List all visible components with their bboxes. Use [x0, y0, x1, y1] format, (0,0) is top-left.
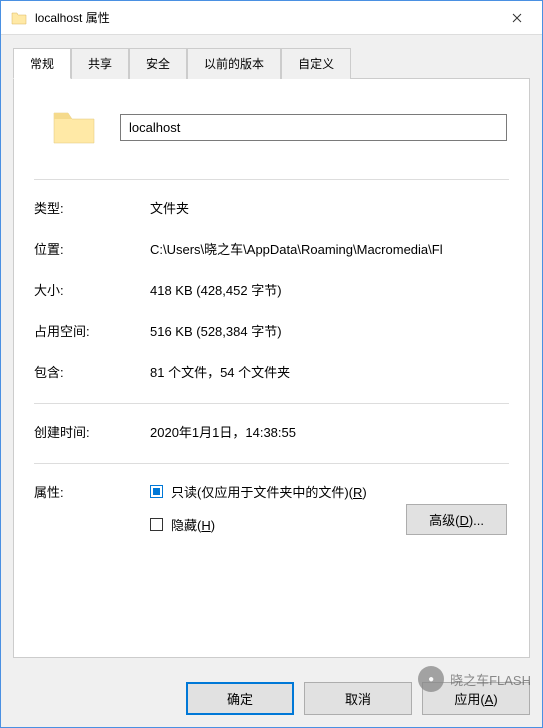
tab-container: 常规 共享 安全 以前的版本 自定义 类型: 文件夹 [13, 47, 530, 658]
size-value: 418 KB (428,452 字节) [150, 280, 509, 299]
close-icon [512, 13, 522, 23]
ok-button[interactable]: 确定 [186, 682, 294, 715]
contains-value: 81 个文件，54 个文件夹 [150, 362, 509, 381]
attributes-label: 属性: [34, 482, 150, 501]
readonly-row: 只读(仅应用于文件夹中的文件)(R) [150, 482, 406, 501]
tab-general[interactable]: 常规 [13, 48, 71, 79]
close-button[interactable] [492, 2, 542, 34]
contains-label: 包含: [34, 362, 150, 381]
tab-sharing[interactable]: 共享 [71, 48, 129, 79]
tab-customize[interactable]: 自定义 [281, 48, 351, 79]
readonly-checkbox[interactable] [150, 485, 163, 498]
size-label: 大小: [34, 280, 150, 299]
row-location: 位置: C:\Users\晓之车\AppData\Roaming\Macrome… [34, 239, 509, 258]
created-label: 创建时间: [34, 422, 150, 441]
size-on-disk-value: 516 KB (528,384 字节) [150, 321, 509, 340]
row-size-on-disk: 占用空间: 516 KB (528,384 字节) [34, 321, 509, 340]
tab-security[interactable]: 安全 [129, 48, 187, 79]
location-value: C:\Users\晓之车\AppData\Roaming\Macromedia\… [150, 239, 509, 258]
row-type: 类型: 文件夹 [34, 198, 509, 217]
tab-strip: 常规 共享 安全 以前的版本 自定义 [13, 47, 530, 78]
properties-dialog: localhost 属性 常规 共享 安全 以前的版本 自定义 [0, 0, 543, 728]
hidden-label[interactable]: 隐藏(H) [171, 515, 215, 534]
size-on-disk-label: 占用空间: [34, 321, 150, 340]
apply-button[interactable]: 应用(A) [422, 682, 530, 715]
location-label: 位置: [34, 239, 150, 258]
type-label: 类型: [34, 198, 150, 217]
hidden-checkbox[interactable] [150, 518, 163, 531]
row-created: 创建时间: 2020年1月1日，14:38:55 [34, 422, 509, 441]
hidden-row: 隐藏(H) [150, 515, 406, 534]
folder-name-row [34, 103, 509, 151]
folder-icon [11, 10, 27, 26]
attributes-section: 属性: 只读(仅应用于文件夹中的文件)(R) 隐藏(H) 高级(D)... [34, 482, 509, 548]
content-area: 常规 共享 安全 以前的版本 自定义 类型: 文件夹 [1, 35, 542, 670]
type-value: 文件夹 [150, 198, 509, 217]
readonly-label[interactable]: 只读(仅应用于文件夹中的文件)(R) [171, 482, 367, 501]
row-size: 大小: 418 KB (428,452 字节) [34, 280, 509, 299]
separator [34, 463, 509, 464]
separator [34, 403, 509, 404]
tab-content-general: 类型: 文件夹 位置: C:\Users\晓之车\AppData\Roaming… [13, 78, 530, 658]
separator [34, 179, 509, 180]
titlebar: localhost 属性 [1, 1, 542, 35]
created-value: 2020年1月1日，14:38:55 [150, 422, 509, 441]
dialog-buttons: 确定 取消 应用(A) [1, 670, 542, 727]
folder-name-input[interactable] [120, 114, 507, 141]
window-title: localhost 属性 [35, 9, 492, 26]
attributes-checks: 只读(仅应用于文件夹中的文件)(R) 隐藏(H) [150, 482, 406, 548]
row-contains: 包含: 81 个文件，54 个文件夹 [34, 362, 509, 381]
folder-large-icon [50, 103, 98, 151]
cancel-button[interactable]: 取消 [304, 682, 412, 715]
advanced-button[interactable]: 高级(D)... [406, 504, 507, 535]
tab-previous-versions[interactable]: 以前的版本 [187, 48, 281, 79]
